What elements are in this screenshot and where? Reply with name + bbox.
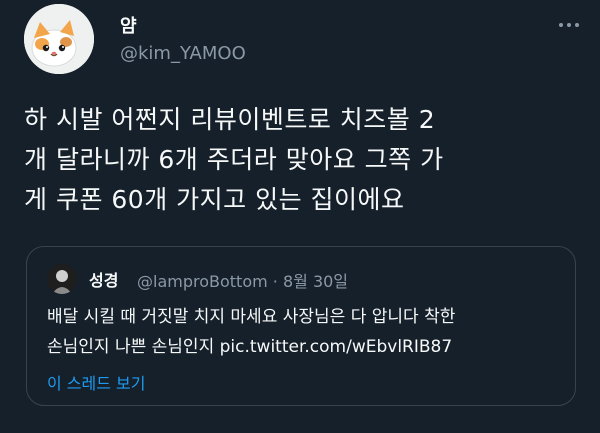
more-dots-icon[interactable] (554, 15, 584, 35)
quoted-tweet-card[interactable]: 성경 @lamproBottom · 8월 30일 배달 시킬 때 거짓말 치지… (26, 246, 576, 406)
quoted-author-avatar[interactable] (47, 264, 77, 294)
tweet-text: 하 시발 어쩐지 리뷰이벤트로 치즈볼 2 개 달라니까 6개 주더라 맞아요 … (24, 105, 444, 214)
author-display-name[interactable]: 얌 (120, 12, 137, 38)
author-handle[interactable]: @kim_YAMOO (120, 43, 246, 64)
quoted-handle-date: @lamproBottom · 8월 30일 (137, 272, 349, 291)
author-avatar[interactable] (24, 4, 94, 74)
dark-profile-avatar-icon (47, 264, 77, 294)
quoted-author-name[interactable]: 성경 (89, 267, 118, 291)
show-thread-link[interactable]: 이 스레드 보기 (47, 370, 146, 394)
cartoon-cat-avatar-icon (24, 4, 94, 74)
quoted-tweet-text: 배달 시킬 때 거짓말 치지 마세요 사장님은 다 압니다 착한 손님인지 나쁜… (47, 307, 456, 357)
